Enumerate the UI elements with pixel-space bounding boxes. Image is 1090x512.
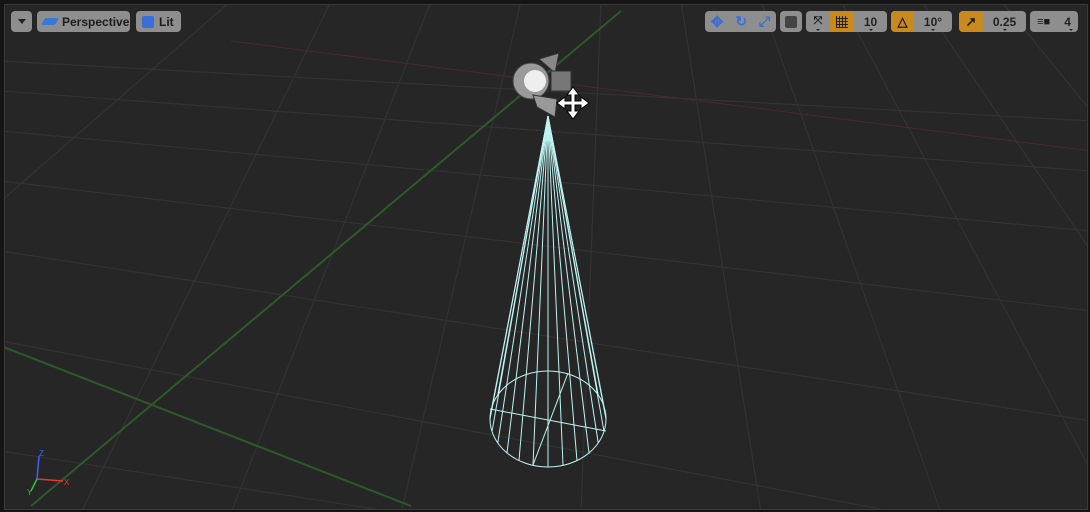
grid-snap-toggle[interactable] <box>830 11 854 32</box>
lit-label: Lit <box>159 14 174 29</box>
perspective-label: Perspective <box>62 14 130 29</box>
viewport-options-button[interactable] <box>11 11 32 32</box>
spotlight-cone <box>489 115 607 468</box>
translate-icon[interactable]: ✥ <box>711 13 724 31</box>
grid-icon <box>836 15 848 28</box>
scale-snap-value-label: 0.25 <box>992 14 1017 29</box>
lit-cube-icon <box>142 15 154 28</box>
cone-edge <box>518 115 549 461</box>
lit-button[interactable]: Lit <box>136 11 181 32</box>
scale-icon[interactable]: ⤢ <box>759 13 770 30</box>
svg-text:X: X <box>64 478 70 487</box>
cone-edge <box>547 115 564 466</box>
svg-text:Y: Y <box>27 488 33 497</box>
rotate-icon[interactable]: ↻ <box>735 13 747 30</box>
perspective-icon <box>40 18 60 25</box>
scale-arrow-icon: ↗ <box>965 13 977 29</box>
rotation-snap-value[interactable]: 10° <box>914 11 952 32</box>
svg-text:Z: Z <box>39 449 44 458</box>
rotation-snap-value-label: 10° <box>923 14 943 29</box>
spot-light-actor[interactable] <box>512 52 590 120</box>
cone-edge <box>547 115 605 407</box>
scale-snap-toggle[interactable]: ↗ <box>959 11 983 32</box>
cone-edge <box>532 115 549 466</box>
perspective-button[interactable]: Perspective <box>37 11 130 32</box>
transform-tools-group: ✥ ↻ ⤢ <box>705 11 776 32</box>
angle-icon: △ <box>897 13 908 29</box>
coordinate-space-button[interactable] <box>780 11 802 32</box>
viewport-scene[interactable]: X Z Y <box>4 4 1088 510</box>
cone-edge <box>547 115 578 461</box>
grid-snap-value-label: 10 <box>863 14 878 29</box>
world-cube-icon <box>785 15 797 28</box>
cone-edge <box>497 115 549 396</box>
cone-edge <box>547 115 590 454</box>
cone-edge <box>491 115 549 407</box>
camera-speed-icon: ≡■ <box>1037 15 1051 28</box>
camera-speed-value: 4 <box>1064 14 1071 29</box>
grid-snap-group: ⤧ 10 <box>806 11 887 32</box>
cone-edge <box>506 115 549 454</box>
level-viewport[interactable]: X Z Y <box>4 4 1088 510</box>
rotation-snap-group: △ 10° <box>891 11 952 32</box>
chevron-down-icon <box>17 19 26 24</box>
scale-snap-group: ↗ 0.25 <box>959 11 1026 32</box>
rotation-snap-toggle[interactable]: △ <box>891 11 914 32</box>
cone-edge <box>497 115 549 444</box>
grid-snap-value[interactable]: 10 <box>854 11 887 32</box>
scale-snap-value[interactable]: 0.25 <box>983 11 1026 32</box>
surface-snapping-icon: ⤧ <box>813 15 823 27</box>
camera-speed-button[interactable]: ≡■ 4 <box>1030 11 1078 32</box>
surface-snapping-button[interactable]: ⤧ <box>806 11 830 32</box>
